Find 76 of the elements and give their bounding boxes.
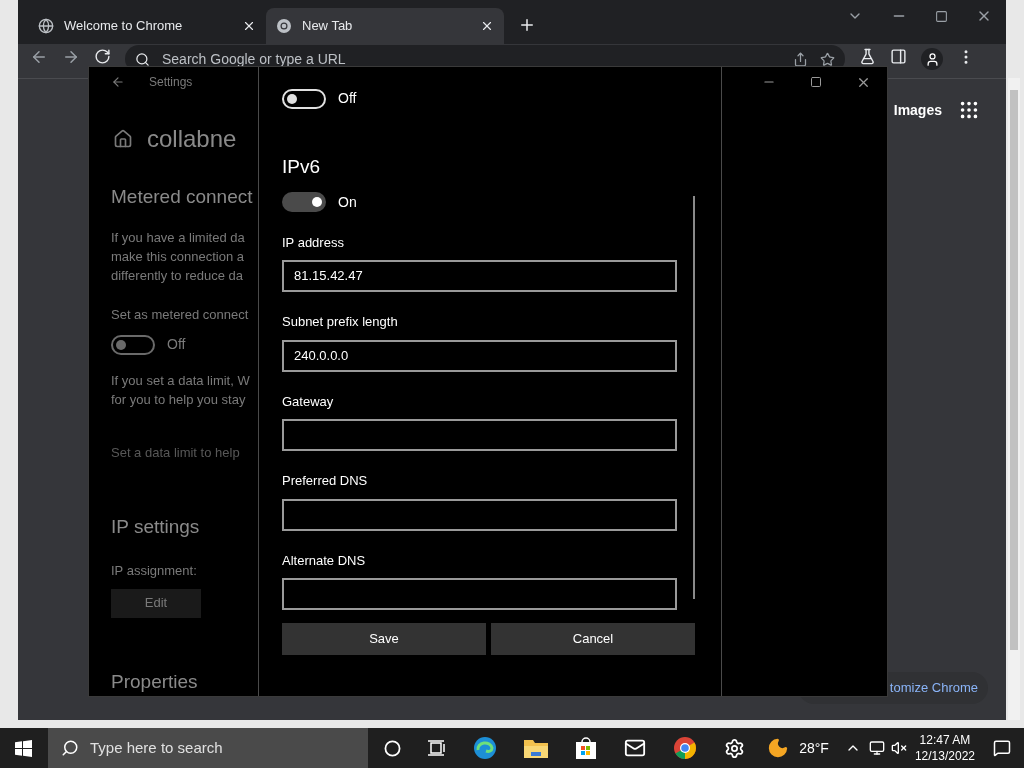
chrome-logo-icon bbox=[276, 18, 292, 34]
close-icon[interactable] bbox=[856, 75, 871, 90]
new-tab-icon[interactable] bbox=[518, 16, 536, 34]
setting-label: IP assignment: bbox=[111, 562, 198, 581]
folder-icon[interactable] bbox=[524, 738, 548, 758]
chrome-icon[interactable] bbox=[673, 736, 697, 760]
profile-icon[interactable] bbox=[921, 48, 943, 70]
address-placeholder: Search Google or type a URL bbox=[162, 49, 347, 69]
back-icon[interactable] bbox=[30, 48, 48, 66]
task-view-icon[interactable] bbox=[428, 740, 446, 756]
mail-icon[interactable] bbox=[624, 737, 646, 759]
settings-icon[interactable] bbox=[724, 737, 745, 759]
clock[interactable]: 12:47 AM 12/13/2022 bbox=[914, 732, 975, 764]
reload-icon[interactable] bbox=[94, 48, 111, 65]
home-icon[interactable] bbox=[113, 129, 133, 150]
field-label: IP address bbox=[282, 233, 345, 252]
browser-tab[interactable]: Welcome to Chrome bbox=[28, 8, 266, 44]
search-icon bbox=[61, 739, 79, 757]
edit-button[interactable]: Edit bbox=[111, 588, 201, 618]
field-label: Gateway bbox=[282, 392, 335, 411]
globe-icon bbox=[38, 18, 54, 34]
tab-title: New Tab bbox=[302, 17, 354, 36]
window-title: Settings bbox=[149, 74, 193, 91]
maximize-icon[interactable] bbox=[935, 9, 948, 23]
close-icon[interactable] bbox=[242, 19, 256, 33]
input-field[interactable]: 240.0.0.0 bbox=[282, 339, 677, 372]
store-icon[interactable] bbox=[575, 737, 597, 759]
moon-icon[interactable] bbox=[767, 737, 790, 759]
temperature[interactable]: 28°F bbox=[799, 737, 829, 759]
input-field[interactable] bbox=[282, 498, 677, 531]
description-text: If you have a limited da make this connection a differently to reduce da bbox=[111, 228, 246, 285]
toggle-label: On bbox=[338, 192, 357, 212]
field-value: 240.0.0.0 bbox=[294, 346, 349, 365]
cancel-button[interactable]: Cancel bbox=[491, 623, 695, 655]
forward-icon[interactable] bbox=[62, 48, 80, 66]
toggle-switch[interactable] bbox=[282, 192, 326, 212]
network-name: collabne bbox=[147, 124, 237, 155]
images-link[interactable]: Images bbox=[893, 99, 942, 121]
speaker-muted-icon[interactable] bbox=[890, 740, 907, 756]
field-label: Preferred DNS bbox=[282, 472, 369, 490]
input-field[interactable]: 81.15.42.47 bbox=[282, 260, 677, 292]
toggle-label: Off bbox=[338, 89, 357, 108]
field-label: Subnet prefix length bbox=[282, 313, 399, 331]
field-label: Alternate DNS bbox=[282, 551, 367, 570]
input-field[interactable] bbox=[282, 419, 677, 451]
cortana-icon[interactable] bbox=[384, 739, 401, 757]
description-text: If you set a data limit, W for you to help you stay bbox=[111, 372, 251, 410]
close-icon[interactable] bbox=[480, 19, 494, 33]
apps-grid-icon[interactable] bbox=[958, 99, 980, 121]
flask-icon[interactable] bbox=[859, 48, 876, 65]
network-icon[interactable] bbox=[868, 740, 885, 756]
maximize-icon[interactable] bbox=[810, 76, 822, 88]
search-placeholder: Type here to search bbox=[90, 737, 223, 758]
section-heading: IP settings bbox=[111, 514, 201, 539]
field-value: 81.15.42.47 bbox=[294, 267, 363, 286]
tab-title: Welcome to Chrome bbox=[64, 17, 184, 36]
toggle-switch[interactable] bbox=[111, 334, 155, 355]
notifications-icon[interactable] bbox=[993, 739, 1011, 757]
toggle-label: Off bbox=[167, 335, 186, 355]
section-heading: IPv6 bbox=[282, 155, 322, 179]
save-button[interactable]: Save bbox=[282, 623, 486, 655]
input-field[interactable] bbox=[282, 578, 677, 610]
setting-label: Set as metered connect bbox=[111, 305, 250, 324]
share-icon[interactable] bbox=[793, 51, 808, 67]
scrollbar[interactable] bbox=[1008, 78, 1020, 720]
section-heading: Metered connect bbox=[111, 185, 254, 210]
back-icon[interactable] bbox=[111, 75, 125, 89]
edge-icon[interactable] bbox=[473, 736, 497, 760]
section-heading: Properties bbox=[111, 669, 199, 694]
star-icon[interactable] bbox=[820, 51, 835, 67]
search-field[interactable]: Type here to search bbox=[48, 728, 368, 768]
search-icon bbox=[135, 51, 150, 67]
browser-tab[interactable]: New Tab bbox=[266, 8, 504, 44]
side-panel-icon[interactable] bbox=[890, 48, 907, 65]
scrollbar[interactable] bbox=[693, 196, 695, 599]
windows-logo-icon[interactable] bbox=[15, 739, 32, 757]
